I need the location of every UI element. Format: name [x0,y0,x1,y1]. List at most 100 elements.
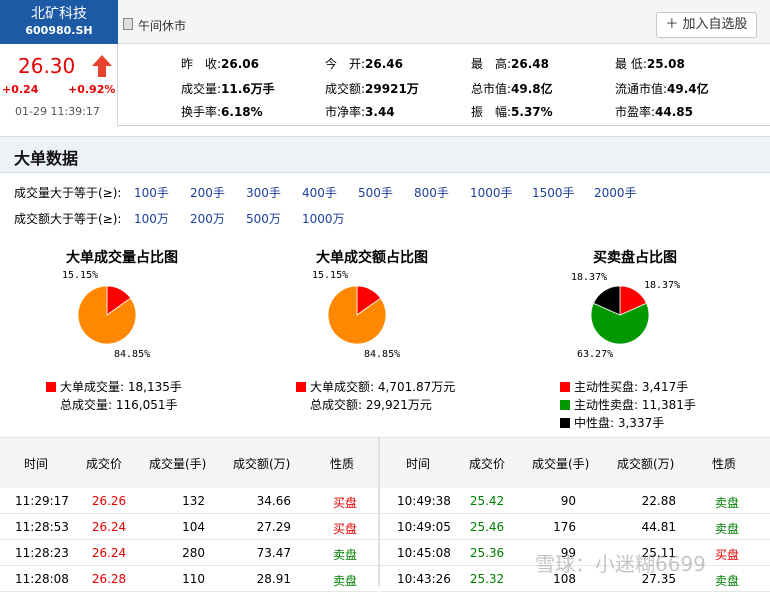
quote-label: 最 低: [615,57,647,71]
quote-value: 26.46 [365,57,404,71]
table-cell-amt: 44.81 [641,520,676,534]
table-cell-vol: 110 [182,572,205,586]
table-cell-amt: 22.88 [641,494,676,508]
table-cell-type: 卖盘 [332,548,357,562]
legend-swatch [560,382,570,392]
quote-value: 5.37% [511,105,553,119]
table-header-cell: 成交价 [86,457,123,471]
quote-value: 26.06 [221,57,260,71]
amount-filter-link[interactable]: 500万 [246,210,281,227]
table-cell-amt: 34.66 [256,494,291,508]
table-header-cell: 性质 [330,457,355,471]
legend-text: 大单成交额: 4,701.87万元 [310,380,456,394]
stock-name-box[interactable]: 北矿科技 600980.SH [0,0,118,44]
volume-filter-link[interactable]: 100手 [134,184,169,201]
up-arrow-icon [92,55,112,77]
status-bar: 午间休市 ＋ 加入自选股 [118,0,770,44]
legend-text: 中性盘: 3,337手 [574,416,665,430]
quote-item: 最 高:26.48 [471,55,549,72]
pie-slice-label: 63.27% [577,349,614,360]
quote-value: 26.48 [511,57,550,71]
table-cell-time: 10:45:08 [397,546,451,560]
quote-item: 最 低:25.08 [615,55,685,72]
table-header-cell: 时间 [406,457,431,471]
table-cell-price: 26.28 [91,572,127,586]
volume-filter-link[interactable]: 1000手 [470,184,513,201]
legend-item: 总成交量: 116,051手 [46,396,177,413]
table-cell-time: 10:43:26 [397,572,451,586]
price-change-pct: +0.92% [68,83,116,96]
pie-slice-label: 18.37% [644,280,681,291]
table-cell-type: 买盘 [332,522,357,536]
price-change: +0.24 [2,83,39,96]
add-to-watchlist-button[interactable]: ＋ 加入自选股 [656,12,757,38]
volume-filter-link[interactable]: 2000手 [594,184,637,201]
legend-swatch [296,382,306,392]
market-status: 午间休市 [138,19,187,33]
legend-item: 大单成交量: 18,135手 [46,378,182,395]
volume-filter-link[interactable]: 300手 [246,184,281,201]
quote-label: 成交量: [181,82,222,96]
legend-text: 总成交量: 116,051手 [60,398,178,412]
quote-item: 市净率:3.44 [325,103,395,120]
chart-title: 大单成交额占比图 [316,250,428,266]
table-cell-price: 26.24 [91,520,127,534]
table-cell-price: 25.36 [469,546,505,560]
volume-filter: 成交量大于等于(≥): [14,184,121,201]
quote-label: 振 幅: [471,105,512,119]
volume-filter-link[interactable]: 200手 [190,184,225,201]
table-cell-vol: 104 [182,520,205,534]
quote-value: 44.85 [655,105,694,119]
pie-slice-label: 84.85% [114,349,151,360]
quote-label: 总市值: [471,82,512,96]
quote-item: 成交量:11.6万手 [181,80,275,97]
table-header-cell: 时间 [24,457,49,471]
quote-item: 昨 收:26.06 [181,55,259,72]
current-price: 26.30 [18,54,76,78]
table-cell-time: 11:28:08 [15,572,69,586]
quote-item: 今 开:26.46 [325,55,403,72]
table-cell-amt: 27.29 [256,520,291,534]
stock-header: 北矿科技 600980.SH 26.30 +0.24 +0.92% 01-29 … [0,0,770,126]
legend-item: 中性盘: 3,337手 [560,414,664,431]
amount-filter-label: 成交额大于等于(≥): [14,212,122,226]
table-cell-time: 10:49:05 [397,520,451,534]
table-row-line [380,539,770,540]
amount-filter-link[interactable]: 1000万 [302,210,345,227]
legend-text: 总成交额: 29,921万元 [310,398,432,412]
legend-swatch [46,382,56,392]
legend-item: 主动性卖盘: 11,381手 [560,396,696,413]
pie-chart [77,285,137,345]
quote-label: 市盈率: [615,105,656,119]
amount-filter-link[interactable]: 200万 [190,210,225,227]
table-cell-amt: 28.91 [256,572,291,586]
quote-value: 25.08 [646,57,685,71]
volume-filter-link[interactable]: 1500手 [532,184,575,201]
table-cell-type: 卖盘 [714,496,739,510]
quote-label: 换手率: [181,105,222,119]
amount-filter-link[interactable]: 100万 [134,210,169,227]
section-header: 大单数据 [0,136,770,173]
volume-filter-link[interactable]: 400手 [302,184,337,201]
quote-item: 流通市值:49.4亿 [615,80,709,97]
table-header-cell: 成交价 [469,457,506,471]
volume-filter-link[interactable]: 500手 [358,184,393,201]
quote-item: 振 幅:5.37% [471,103,553,120]
legend-swatch [560,400,570,410]
legend-text: 主动性买盘: 3,417手 [574,380,689,394]
table-cell-vol: 176 [553,520,576,534]
table-cell-price: 26.24 [91,546,127,560]
watermark: 雪球：小迷糊6699 [535,552,706,576]
table-cell-amt: 73.47 [256,546,291,560]
table-cell-time: 11:28:23 [15,546,69,560]
stock-code: 600980.SH [25,24,93,37]
quote-label: 市净率: [325,105,366,119]
pie-slice-label: 18.37% [571,272,608,283]
table-header-cell: 成交量(手) [149,457,207,471]
legend-item: 主动性买盘: 3,417手 [560,378,688,395]
quote-time: 01-29 11:39:17 [15,105,100,118]
volume-filter-link[interactable]: 800手 [414,184,449,201]
table-cell-vol: 132 [182,494,205,508]
pie-slice-label: 15.15% [312,270,349,281]
table-header-cell: 成交额(万) [617,457,675,471]
